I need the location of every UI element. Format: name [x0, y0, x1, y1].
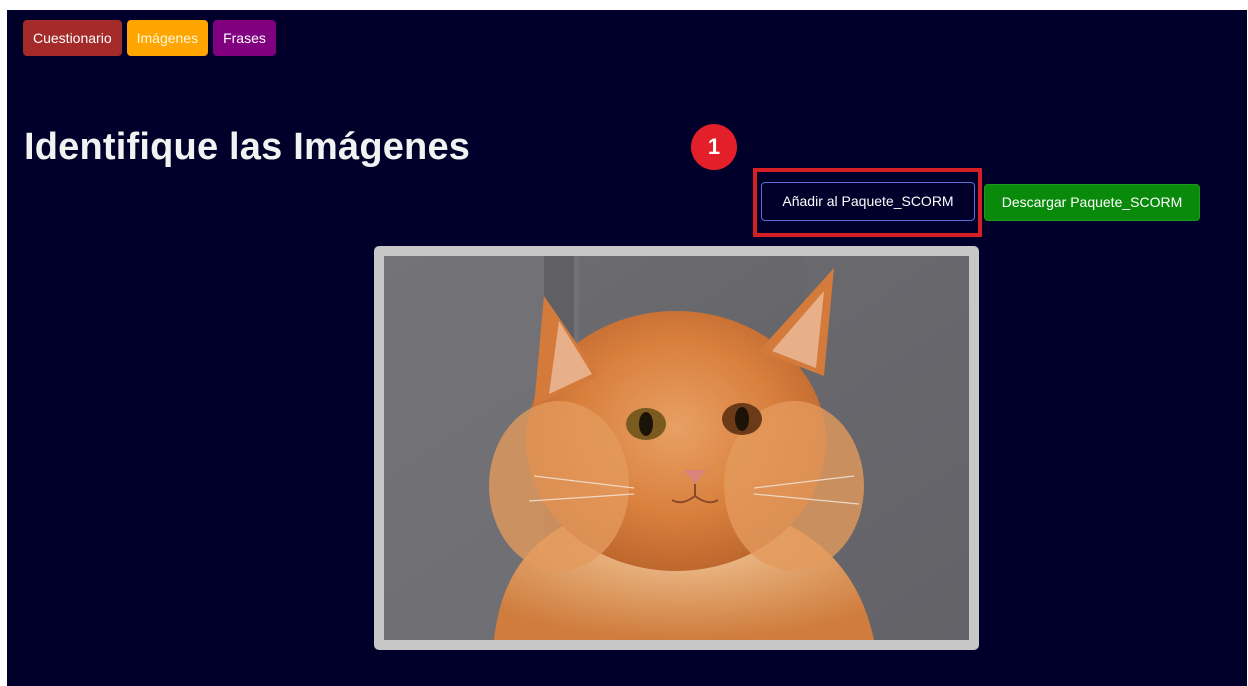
tab-frases[interactable]: Frases — [213, 20, 276, 56]
cat-photo — [384, 256, 969, 640]
page-title: Identifique las Imágenes — [24, 126, 471, 168]
tab-cuestionario[interactable]: Cuestionario — [23, 20, 122, 56]
download-package-button[interactable]: Descargar Paquete_SCORM — [984, 184, 1200, 221]
step-badge: 1 — [691, 124, 737, 170]
add-to-package-button[interactable]: Añadir al Paquete_SCORM — [761, 182, 975, 221]
app-canvas: Cuestionario Imágenes Frases Identifique… — [7, 10, 1247, 686]
tab-imagenes[interactable]: Imágenes — [126, 20, 209, 56]
nav-tabs: Cuestionario Imágenes Frases — [23, 20, 276, 56]
image-frame — [374, 246, 979, 650]
